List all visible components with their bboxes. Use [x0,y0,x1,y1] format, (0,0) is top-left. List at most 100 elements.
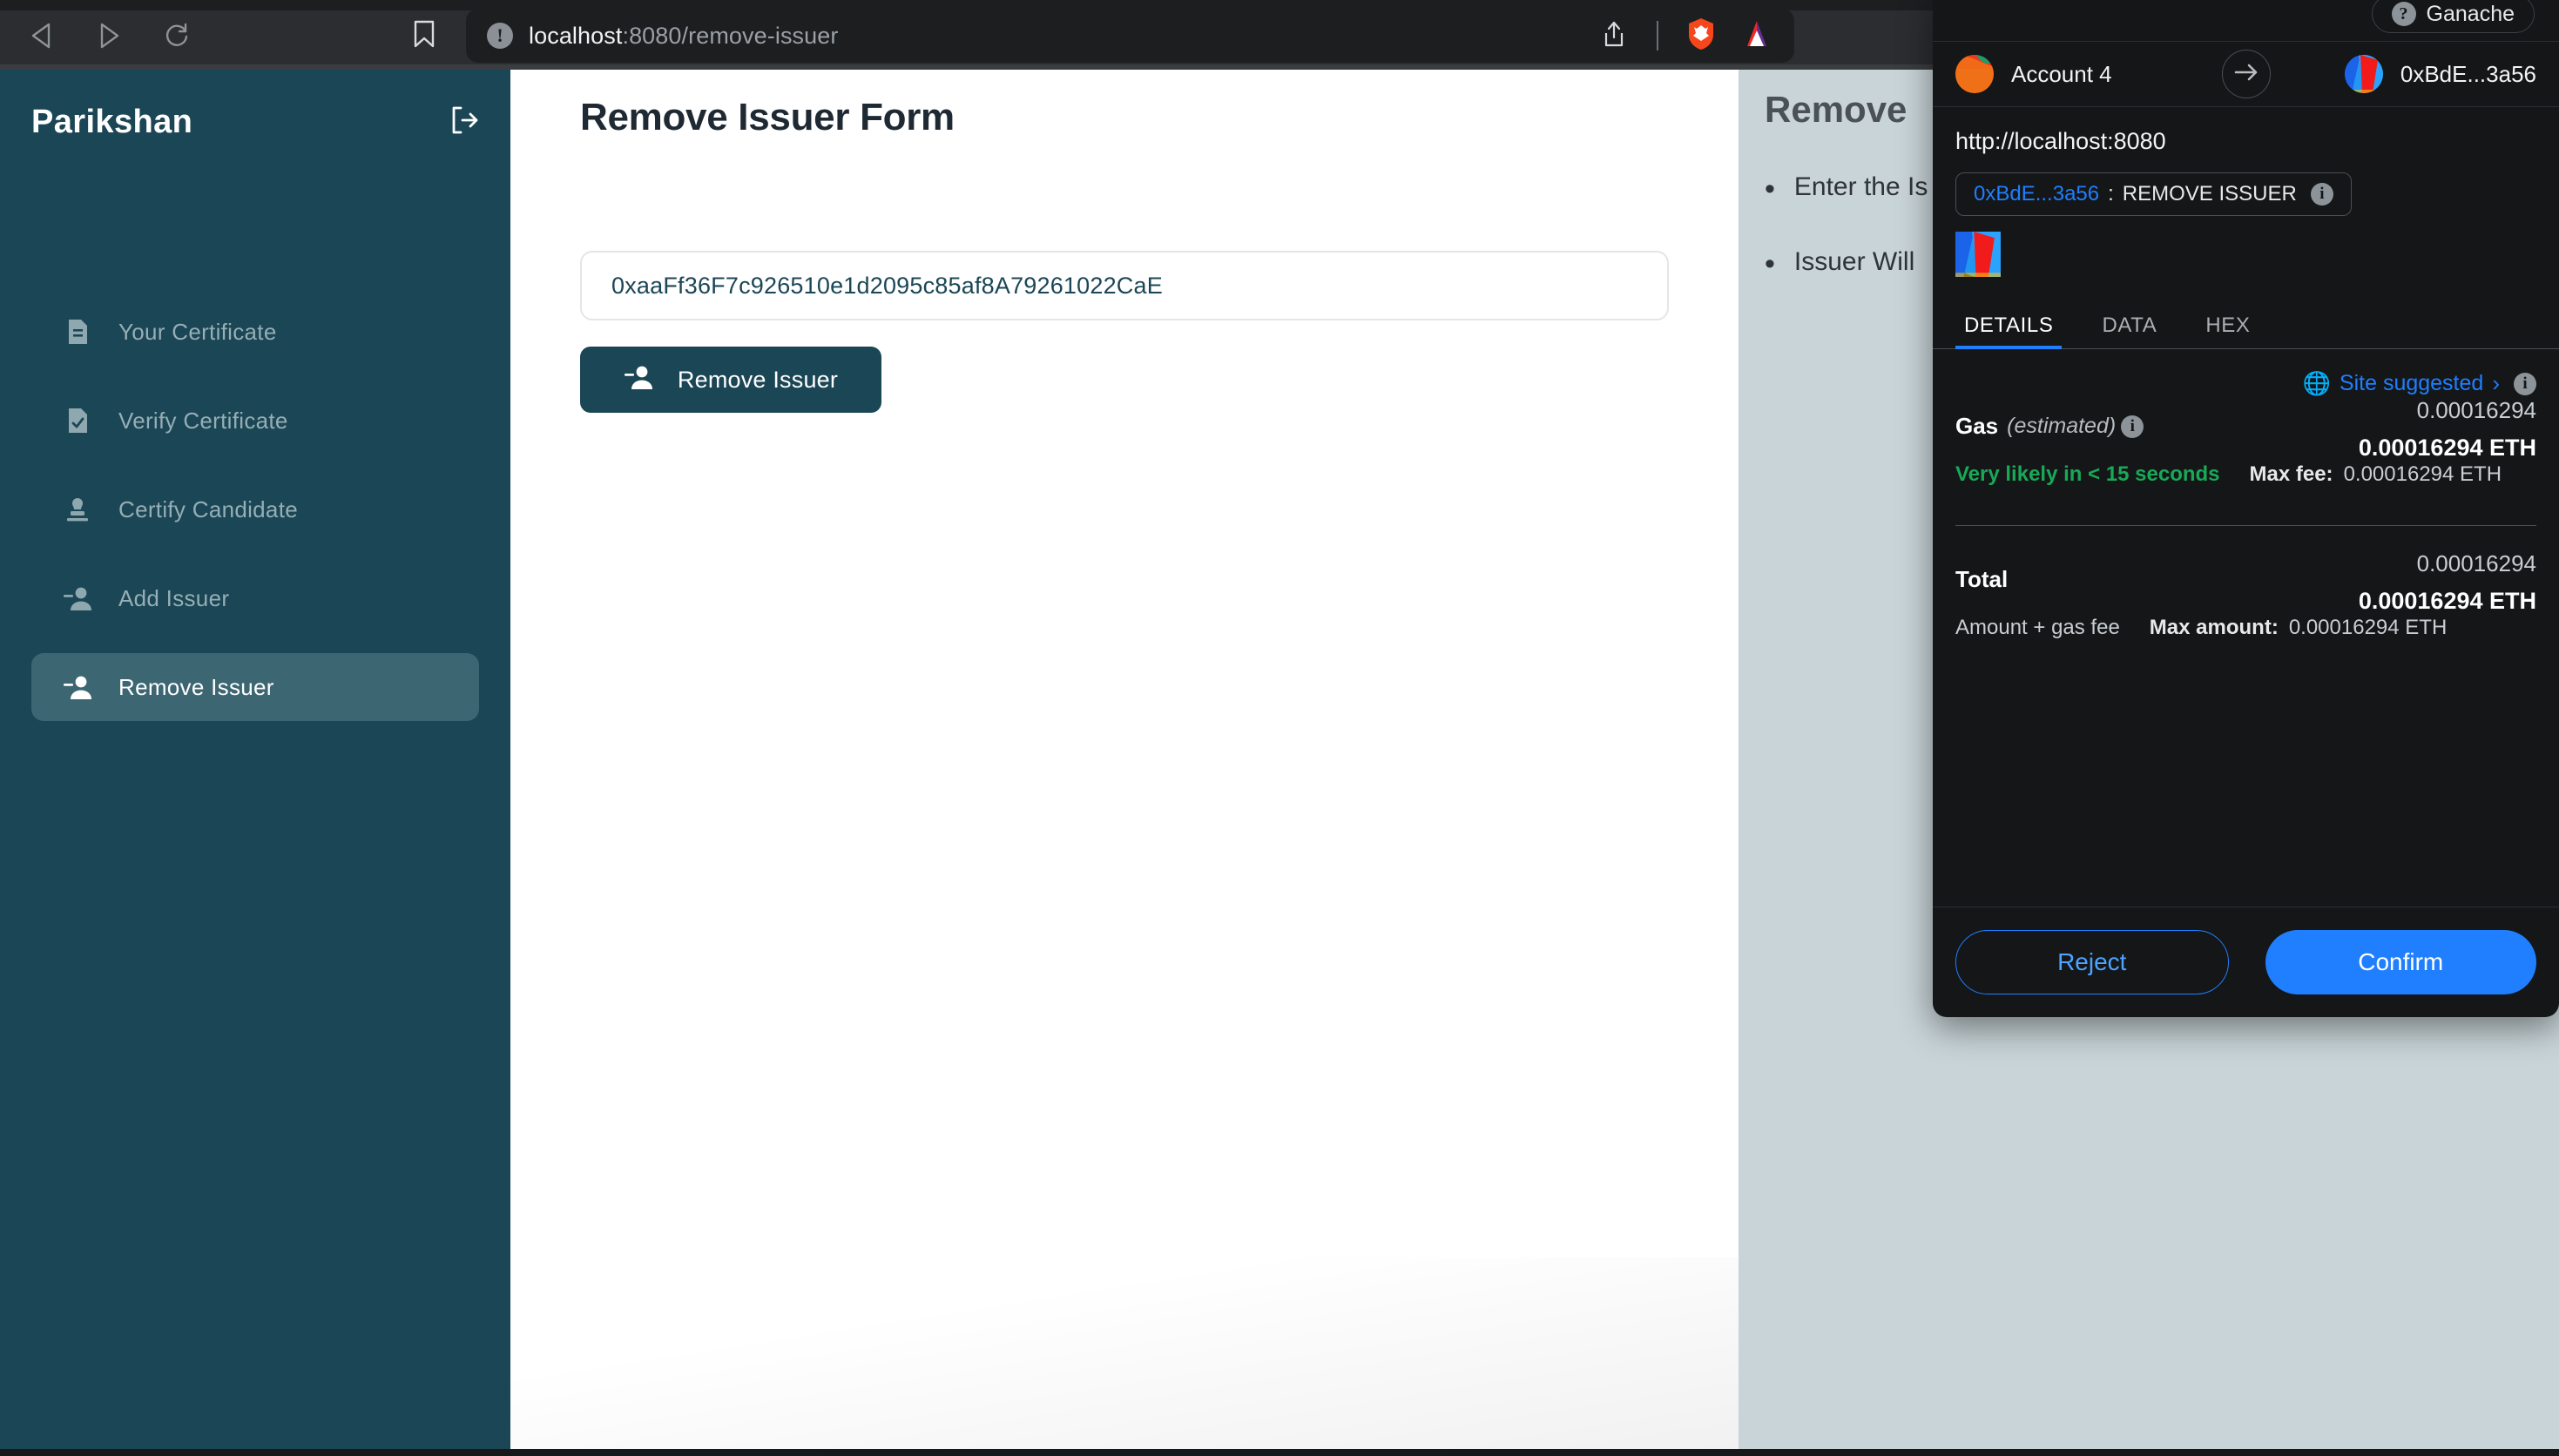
remove-issuer-button-label: Remove Issuer [677,366,839,393]
bullet-icon: • [1765,247,1775,280]
contract-method-name: REMOVE ISSUER [2122,182,2297,206]
back-button[interactable] [17,12,64,59]
gas-label: Gas [1955,413,1999,439]
info-icon[interactable]: i [2121,415,2144,438]
sidebar-item-label: Certify Candidate [118,495,298,522]
share-icon [1603,21,1625,51]
arrow-right-icon [2234,62,2259,87]
section-divider [1955,525,2536,526]
navigation-buttons [17,12,200,59]
back-arrow-icon [30,23,52,49]
total-note-row: Amount + gas fee Max amount: 0.00016294 … [1955,616,2536,640]
url-text: localhost:8080/remove-issuer [529,23,838,50]
not-secure-info-icon[interactable]: ! [487,23,513,49]
sidebar-item-label: Remove Issuer [118,673,274,700]
contract-address: 0xBdE...3a56 [1974,182,2100,206]
jazzicon-contract [2344,55,2383,93]
sidebar: Parikshan Your Certificate Verify Certif… [0,70,510,1449]
sidebar-item-add-issuer[interactable]: Add Issuer [31,564,479,632]
toolbar-divider [1657,21,1658,51]
page-bottom-gradient [510,1257,1739,1449]
issuer-address-input[interactable]: 0xaaFf36F7c926510e1d2095c85af8A79261022C… [580,251,1669,320]
list-item-text: Issuer Will [1793,247,1915,276]
question-mark-network-icon: ? [2391,2,2416,26]
total-values: 0.00016294 0.00016294 ETH [2359,550,2536,615]
bookmark-button[interactable] [401,12,448,59]
brave-shields-button[interactable] [1679,14,1723,57]
max-amount-label: Max amount: [2149,616,2279,639]
globe-icon: 🌐 [2302,370,2331,396]
confirm-button[interactable]: Confirm [2265,930,2536,994]
brave-rewards-button[interactable] [1735,14,1779,57]
site-suggested-row[interactable]: 🌐 Site suggested › i [1955,370,2536,397]
gas-value-native: 0.00016294 [2416,397,2536,423]
gas-value-eth: 0.00016294 ETH [2358,435,2536,461]
sidebar-item-certify-candidate[interactable]: Certify Candidate [31,475,479,543]
sidebar-item-verify-certificate[interactable]: Verify Certificate [31,387,479,455]
gas-estimated-note: (estimated) [2007,414,2117,438]
share-button[interactable] [1592,14,1636,57]
network-name: Ganache [2426,1,2515,26]
total-label-group: Total [1955,566,2008,593]
url-path: :8080/remove-issuer [622,22,839,49]
main-content: Remove Issuer Form 0xaaFf36F7c926510e1d2… [510,70,1739,1449]
metamask-tabs: DETAILS DATA HEX [1933,300,2559,349]
sidebar-item-label: Verify Certificate [118,407,288,434]
metamask-confirmation-popup: ? Ganache Account 4 0xBdE...3a56 http://… [1933,0,2559,1017]
info-icon[interactable]: i [2514,372,2536,395]
sidebar-item-label: Your Certificate [118,318,277,345]
to-account-name: 0xBdE...3a56 [2400,60,2536,87]
user-minus-icon [624,364,653,396]
sidebar-item-remove-issuer[interactable]: Remove Issuer [31,653,479,721]
metamask-network-bar: ? Ganache [1933,0,2559,42]
transfer-direction-indicator [2221,50,2271,98]
site-suggested-label: Site suggested [2339,371,2484,395]
gas-speed-row: Very likely in < 15 seconds Max fee: 0.0… [1955,462,2536,487]
forward-button[interactable] [85,12,132,59]
pill-separator: : [2108,182,2114,206]
gas-speed-text: Very likely in < 15 seconds [1955,462,2220,486]
user-plus-icon [63,585,92,611]
chevron-right-icon: › [2492,370,2500,396]
metamask-details-body: 🌐 Site suggested › i Gas (estimated) i 0… [1933,349,2559,907]
page-title: Remove Issuer Form [580,96,955,138]
sidebar-item-your-certificate[interactable]: Your Certificate [31,298,479,366]
reload-button[interactable] [153,12,200,59]
document-check-icon [63,407,92,435]
info-panel-title: Remove [1765,89,1907,130]
info-icon[interactable]: i [2310,183,2333,206]
origin-url: http://localhost:8080 [1955,128,2166,154]
brand-title: Parikshan [31,103,193,140]
jazzicon-account-4 [1955,55,1994,93]
address-bar[interactable]: ! localhost:8080/remove-issuer [466,9,1794,63]
sidebar-item-label: Add Issuer [118,584,230,611]
from-account-name: Account 4 [2011,60,2112,87]
tab-hex[interactable]: HEX [2197,313,2259,348]
network-selector[interactable]: ? Ganache [2371,0,2535,33]
document-icon [63,318,92,346]
to-account[interactable]: 0xBdE...3a56 [2344,55,2536,93]
brave-shields-lion-icon [1686,17,1716,55]
gas-label-group: Gas (estimated) i [1955,413,2144,440]
remove-issuer-button[interactable]: Remove Issuer [580,347,881,413]
metamask-footer: Reject Confirm [1933,907,2559,1017]
screen: ! localhost:8080/remove-issuer Parikshan… [0,0,2559,1456]
amount-plus-gas-note: Amount + gas fee [1955,616,2120,639]
gas-values: 0.00016294 0.00016294 ETH [2359,397,2536,462]
total-row: Total 0.00016294 0.00016294 ETH [1955,550,2536,614]
logout-button[interactable] [449,105,479,139]
url-host: localhost [529,22,623,49]
max-fee-value: 0.00016294 ETH [2343,462,2502,486]
reject-button[interactable]: Reject [1955,930,2229,994]
max-amount-value: 0.00016294 ETH [2288,616,2448,639]
bullet-icon: • [1765,172,1775,206]
tab-details[interactable]: DETAILS [1955,313,2063,349]
max-fee-label: Max fee: [2249,462,2333,486]
tab-data[interactable]: DATA [2093,313,2165,348]
jazzicon-contract-large [1955,232,2536,281]
logout-icon [449,105,479,139]
contract-method-pill[interactable]: 0xBdE...3a56 : REMOVE ISSUER i [1955,172,2352,216]
from-account[interactable]: Account 4 [1955,55,2112,93]
reload-icon [164,23,190,49]
list-item-text: Enter the Is [1793,172,1928,201]
